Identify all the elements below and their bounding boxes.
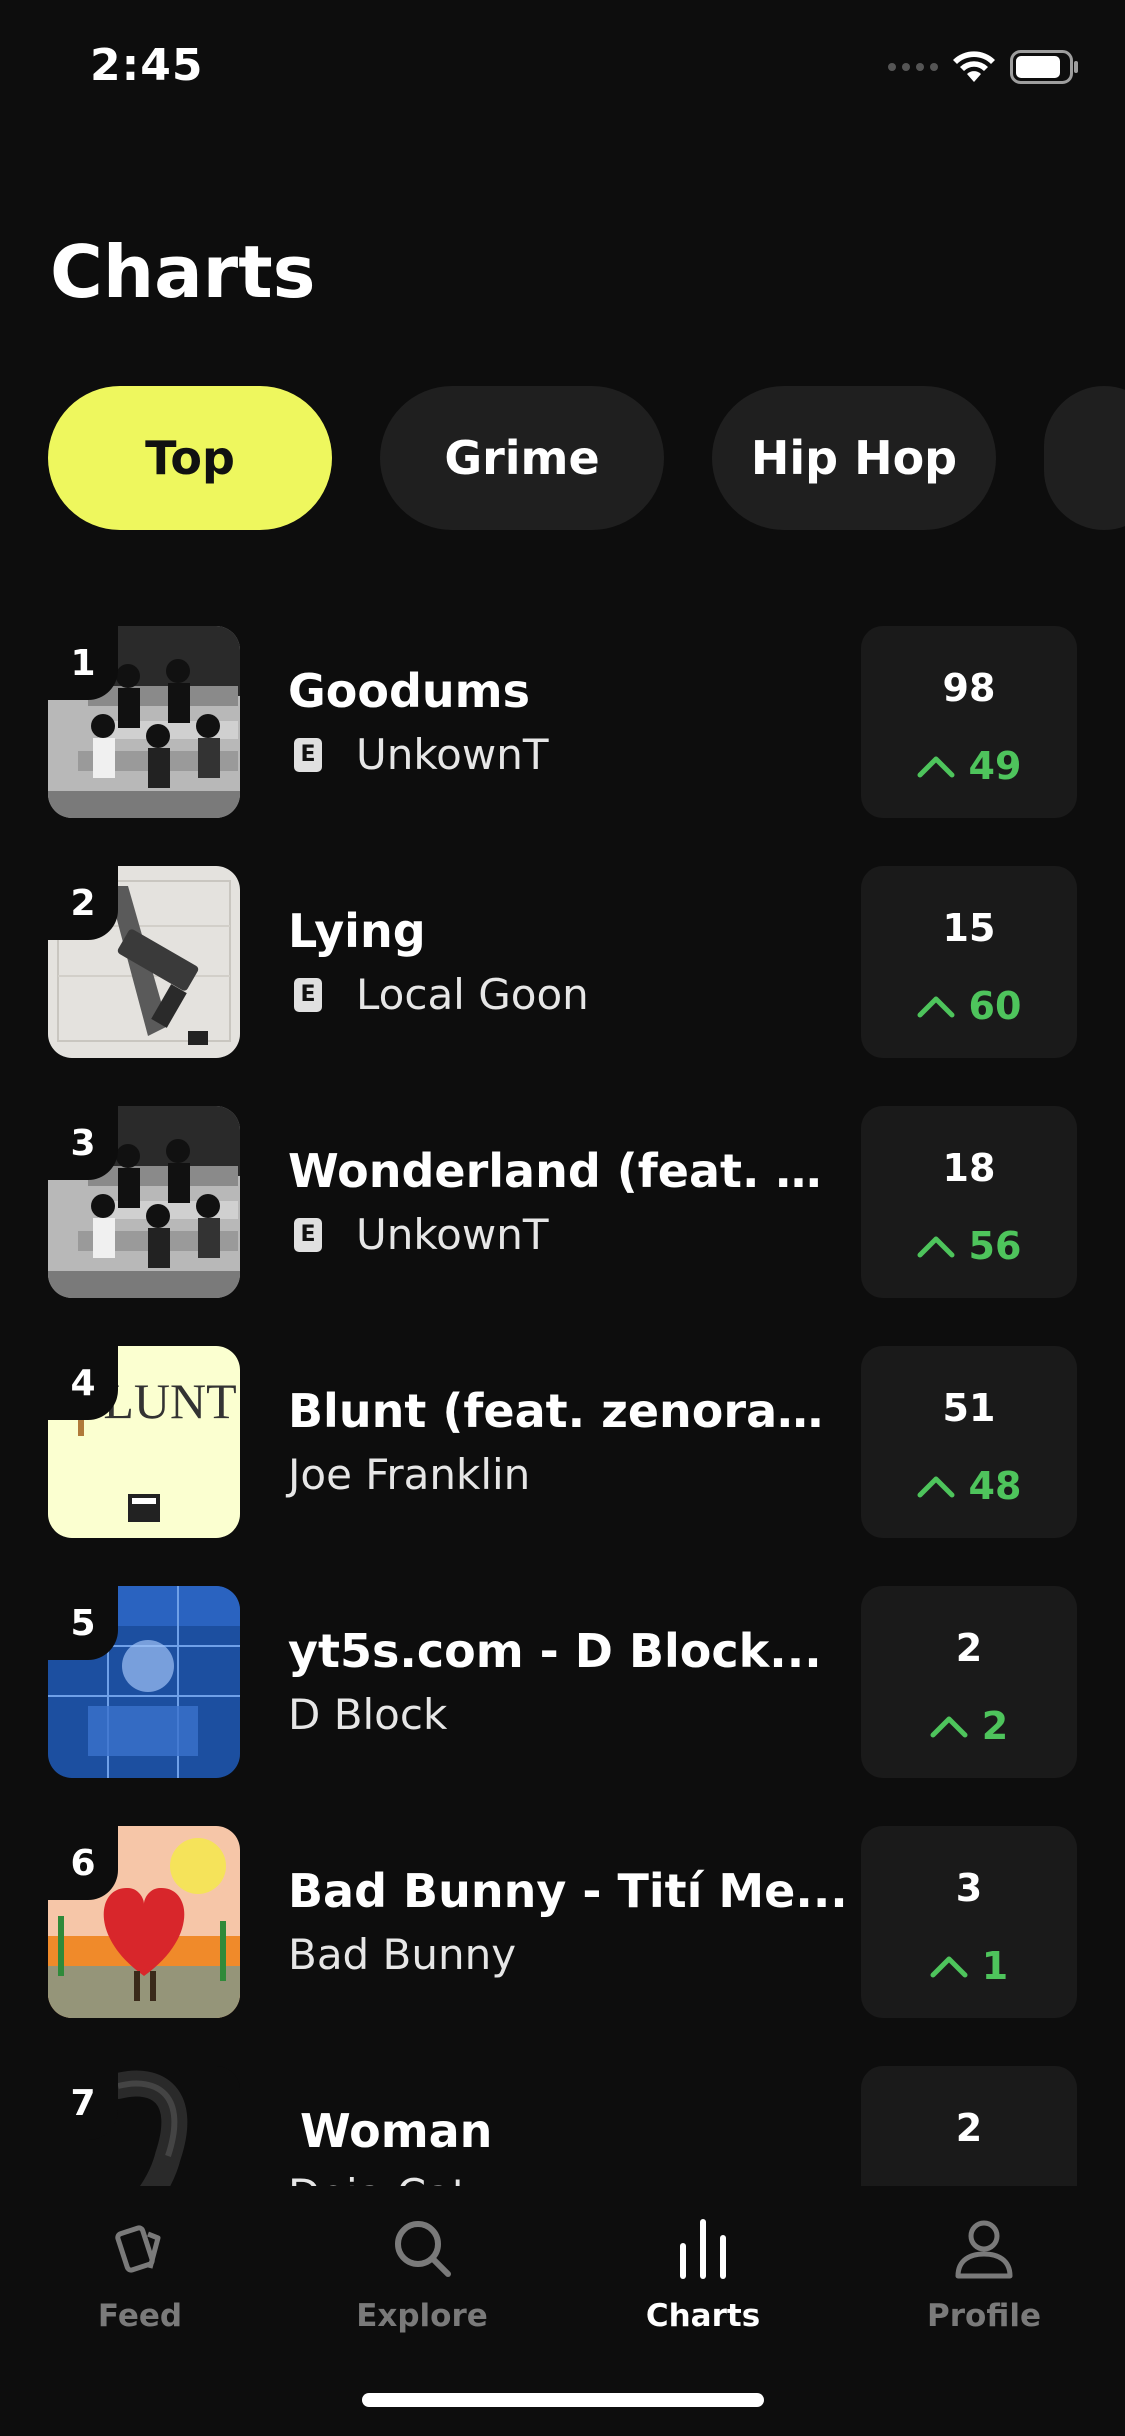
track-artist-line: Joe Franklin (288, 1450, 530, 1499)
artist-name: UnkownT (356, 730, 549, 779)
change-amount: 49 (968, 744, 1022, 788)
artist-name: Doja Cat (288, 2170, 468, 2186)
artist-name: Local Goon (356, 970, 589, 1019)
chart-stat-box: 18 56 (861, 1106, 1077, 1298)
stat-value: 98 (942, 666, 996, 710)
stat-change: 48 (861, 1464, 1077, 1508)
genre-filter-chips: Top Grime Hip Hop (48, 386, 1125, 530)
cellular-signal-icon (888, 63, 938, 71)
track-title: Lying (288, 904, 426, 958)
track-title: Woman (300, 2104, 493, 2158)
rank-number: 1 (48, 626, 118, 700)
stat-value: 51 (942, 1386, 996, 1430)
stat-change: 56 (861, 1224, 1077, 1268)
change-amount: 60 (968, 984, 1022, 1028)
artist-name: Bad Bunny (288, 1930, 517, 1979)
explicit-icon: E (294, 1217, 322, 1252)
tab-charts[interactable]: Charts (603, 2216, 803, 2334)
rank-number: 4 (48, 1346, 118, 1420)
stat-value: 2 (955, 2106, 983, 2150)
tab-label: Profile (927, 2298, 1041, 2334)
bar-chart-icon (680, 2219, 726, 2279)
chart-row[interactable]: 2 Lying E Local Goon 15 60 (0, 866, 1125, 1058)
search-icon (395, 2221, 451, 2277)
chip-hip-hop[interactable]: Hip Hop (712, 386, 996, 530)
chart-stat-box: 2 (861, 2066, 1077, 2186)
change-amount: 56 (968, 1224, 1022, 1268)
rank-number: 7 (48, 2066, 118, 2140)
chip-next-partial[interactable] (1044, 386, 1125, 530)
track-title: Goodums (288, 664, 530, 718)
chip-top[interactable]: Top (48, 386, 332, 530)
chart-row[interactable]: BLUNT 4 Blunt (feat. zenorac... Joe Fran… (0, 1346, 1125, 1538)
chevron-up-icon (917, 1236, 955, 1258)
chart-row[interactable]: 1 Goodums E UnkownT 98 49 (0, 626, 1125, 818)
chart-row[interactable]: 7 Woman Doja Cat 2 (0, 2066, 1125, 2186)
change-amount: 2 (981, 1704, 1009, 1748)
chart-stat-box: 51 48 (861, 1346, 1077, 1538)
track-artist-line: Bad Bunny (288, 1930, 516, 1979)
rank-number: 2 (48, 866, 118, 940)
stat-value: 15 (942, 906, 996, 950)
stat-change: 60 (861, 984, 1077, 1028)
tab-explore[interactable]: Explore (322, 2216, 522, 2334)
tab-feed[interactable]: Feed (40, 2216, 240, 2334)
wifi-icon (953, 51, 995, 82)
track-artist-line: E Local Goon (288, 970, 589, 1019)
feed-cards-icon (115, 2225, 161, 2273)
stat-value: 18 (942, 1146, 996, 1190)
chart-stat-box: 2 2 (861, 1586, 1077, 1778)
artist-name: Joe Franklin (288, 1450, 531, 1499)
rank-number: 5 (48, 1586, 118, 1660)
battery-icon (1010, 50, 1078, 84)
chart-stat-box: 3 1 (861, 1826, 1077, 2018)
chevron-up-icon (917, 1476, 955, 1498)
rank-number: 6 (48, 1826, 118, 1900)
stat-change: 2 (861, 1704, 1077, 1748)
artist-name: UnkownT (356, 1210, 549, 1259)
track-artist-line: D Block (288, 1690, 447, 1739)
change-amount: 1 (981, 1944, 1009, 1988)
explicit-icon: E (294, 977, 322, 1012)
chart-row[interactable]: 6 Bad Bunny - Tití Me... Bad Bunny 3 1 (0, 1826, 1125, 2018)
tab-profile[interactable]: Profile (884, 2216, 1084, 2334)
stat-change: 49 (861, 744, 1077, 788)
chevron-up-icon (930, 1956, 968, 1978)
status-bar: 2:45 (0, 0, 1125, 130)
home-indicator[interactable] (362, 2393, 764, 2407)
chart-stat-box: 15 60 (861, 866, 1077, 1058)
person-icon (955, 2220, 1013, 2279)
chevron-up-icon (917, 996, 955, 1018)
track-title: yt5s.com - D Block... (288, 1624, 822, 1678)
chevron-up-icon (917, 756, 955, 778)
track-artist-line: E UnkownT (288, 1210, 549, 1259)
status-time: 2:45 (90, 40, 204, 91)
page-title: Charts (50, 230, 316, 314)
track-title: Blunt (feat. zenorac... (288, 1384, 848, 1438)
track-artist-line: Doja Cat (288, 2170, 468, 2186)
chart-row[interactable]: 5 yt5s.com - D Block... D Block 2 2 (0, 1586, 1125, 1778)
tab-label: Charts (645, 2298, 761, 2334)
chart-row[interactable]: 3 Wonderland (feat. M... E UnkownT 18 56 (0, 1106, 1125, 1298)
chart-list: 1 Goodums E UnkownT 98 49 2 Lying E Loca… (0, 626, 1125, 2186)
rank-number: 3 (48, 1106, 118, 1180)
stat-value: 2 (955, 1626, 983, 1670)
tab-label: Explore (356, 2298, 488, 2334)
explicit-icon: E (294, 737, 322, 772)
chip-grime[interactable]: Grime (380, 386, 664, 530)
track-title: Bad Bunny - Tití Me... (288, 1864, 848, 1918)
tab-label: Feed (97, 2298, 183, 2334)
change-amount: 48 (968, 1464, 1022, 1508)
track-artist-line: E UnkownT (288, 730, 549, 779)
chevron-up-icon (930, 1716, 968, 1738)
chart-stat-box: 98 49 (861, 626, 1077, 818)
track-title: Wonderland (feat. M... (288, 1144, 848, 1198)
artist-name: D Block (288, 1690, 448, 1739)
stat-value: 3 (955, 1866, 983, 1910)
status-indicators (888, 50, 1080, 84)
stat-change: 1 (861, 1944, 1077, 1988)
